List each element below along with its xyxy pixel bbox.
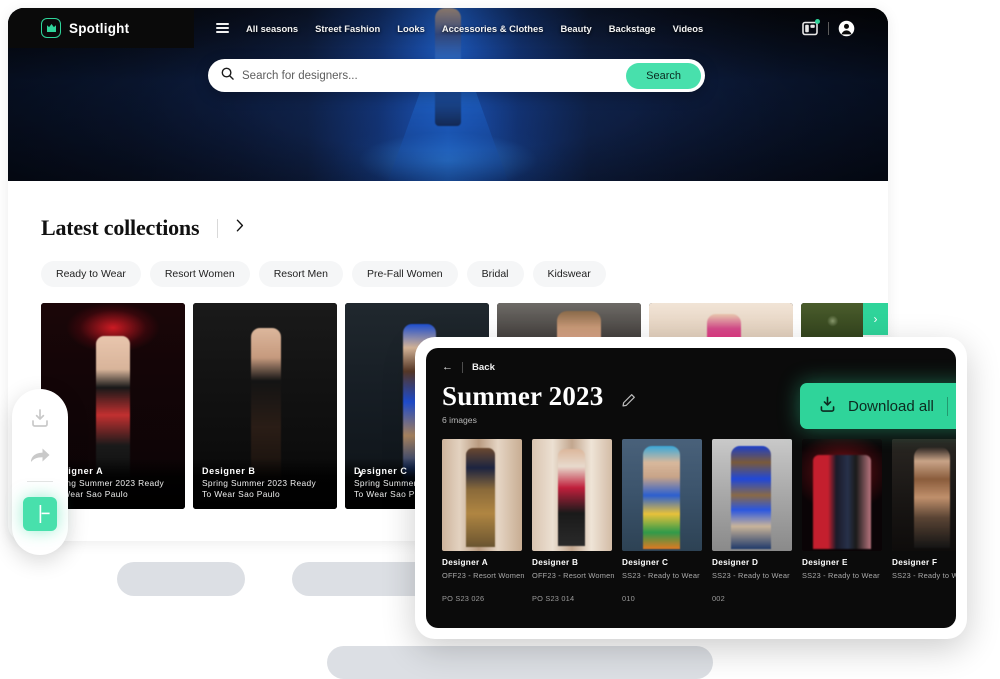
thumbnail-item: Designer F SS23 - Ready to Wear [892,439,956,603]
section-header: Latest collections [8,181,888,241]
thumbnail-image[interactable] [712,439,792,552]
download-icon[interactable] [27,405,53,431]
thumbnail-image[interactable] [622,439,702,552]
nav-link-beauty[interactable]: Beauty [560,23,591,34]
thumbnail-code: PO S23 014 [532,594,575,604]
chip-pre-fall-women[interactable]: Pre-Fall Women [351,261,458,287]
chevron-right-icon[interactable] [236,219,244,237]
modal-content: ← Back Summer 2023 6 images Download all… [426,348,956,628]
chip-bridal[interactable]: Bridal [466,261,524,287]
search-bar: Search [208,59,705,92]
thumbnail-image[interactable] [802,439,882,552]
crown-m-logo-icon [41,18,61,38]
collection-designer: Designer A [50,465,104,476]
thumbnail-image[interactable] [892,439,956,552]
nav-link-all-seasons[interactable]: All seasons [246,23,298,34]
thumbnail-meta: SS23 - Ready to Wear [712,571,790,581]
collection-detail-modal: ← Back Summer 2023 6 images Download all… [415,337,967,639]
nav-link-accessories-clothes[interactable]: Accessories & Clothes [442,23,544,34]
search-input[interactable] [242,69,627,82]
topbar-divider [828,21,829,35]
floating-toolbar [12,389,68,555]
thumbnail-designer: Designer D [712,558,759,568]
download-all-label: Download all [848,397,934,415]
download-all-button[interactable]: Download all ▼ [800,383,956,429]
thumbnail-designer: Designer A [442,558,488,568]
brand-area[interactable]: Spotlight [8,8,194,48]
modal-title: Summer 2023 [442,381,604,411]
user-avatar-icon[interactable] [838,20,855,37]
thumbnail-code: 002 [712,594,725,604]
decorative-placeholder-bar [117,562,245,596]
thumbnail-designer: Designer C [622,558,669,568]
nav-link-backstage[interactable]: Backstage [609,23,656,34]
collection-card[interactable]: Designer B Spring Summer 2023 Ready To W… [193,303,337,509]
download-icon [818,395,837,417]
modal-title-block: Summer 2023 6 images [442,381,604,426]
topbar-actions [802,18,888,37]
thumbnail-item: Designer A OFF23 - Resort Women PO S23 0… [442,439,525,604]
section-divider [217,218,219,238]
image-thumbnail-list: Designer A OFF23 - Resort Women PO S23 0… [442,439,956,604]
nav-link-street-fashion[interactable]: Street Fashion [315,23,380,34]
thumbnail-item: Designer C SS23 - Ready to Wear 010 [622,439,702,603]
share-arrow-icon[interactable] [27,442,53,468]
back-button[interactable]: ← Back [442,362,495,373]
nav-link-videos[interactable]: Videos [673,23,704,34]
thumbnail-code: 010 [622,594,635,604]
thumbnail-image[interactable] [532,439,612,552]
chip-resort-women[interactable]: Resort Women [149,261,250,287]
notification-dot [815,18,820,24]
modal-image-count: 6 images [442,415,477,426]
collection-caption: Designer B Spring Summer 2023 Ready To W… [193,457,337,509]
pencil-edit-icon[interactable] [621,393,636,413]
thumbnail-item: Designer D SS23 - Ready to Wear 002 [712,439,792,603]
download-divider [946,396,948,416]
top-navigation-bar: Spotlight All seasons Street Fashion Loo… [8,8,888,48]
layout-grid-icon[interactable] [23,497,57,531]
thumbnail-meta: OFF23 - Resort Women [442,571,525,581]
thumbnail-code: PO S23 026 [442,594,485,604]
chip-resort-men[interactable]: Resort Men [258,261,343,287]
collection-subtitle: Spring Summer 2023 Ready To Wear Sao Pau… [202,477,317,499]
thumbnail-item: Designer B OFF23 - Resort Women PO S23 0… [532,439,615,604]
carousel-next-button[interactable]: › [863,303,888,335]
collection-subtitle: Spring Summer 2023 Ready To Wear Sao Pau… [50,477,165,499]
hamburger-menu-icon[interactable] [216,23,229,33]
carousel-inline-next-icon[interactable]: › [358,465,363,482]
thumbnail-designer: Designer B [532,558,579,568]
chip-ready-to-wear[interactable]: Ready to Wear [41,261,141,287]
nav-link-looks[interactable]: Looks [397,23,425,34]
search-icon [221,67,234,85]
decorative-placeholder-bar [327,646,713,679]
thumbnail-meta: SS23 - Ready to Wear [892,571,956,581]
back-label: Back [472,362,495,373]
thumbnail-designer: Designer E [802,558,848,568]
back-divider [462,362,463,373]
nav-links: All seasons Street Fashion Looks Accesso… [194,8,802,48]
thumbnail-item: Designer E SS23 - Ready to Wear [802,439,882,603]
thumbnail-meta: SS23 - Ready to Wear [622,571,700,581]
filter-chips: Ready to Wear Resort Women Resort Men Pr… [8,241,888,287]
collection-designer: Designer B [202,465,256,476]
layout-panel-icon[interactable] [802,18,820,36]
thumbnail-meta: OFF23 - Resort Women [532,571,615,581]
page-title: Latest collections [41,215,200,240]
thumbnail-image[interactable] [442,439,522,552]
thumbnail-designer: Designer F [892,558,938,568]
toolbar-divider [27,481,53,482]
arrow-left-icon: ← [442,361,453,373]
search-button[interactable]: Search [626,62,701,89]
chip-kidswear[interactable]: Kidswear [532,261,606,287]
thumbnail-meta: SS23 - Ready to Wear [802,571,880,581]
brand-name: Spotlight [69,20,130,36]
